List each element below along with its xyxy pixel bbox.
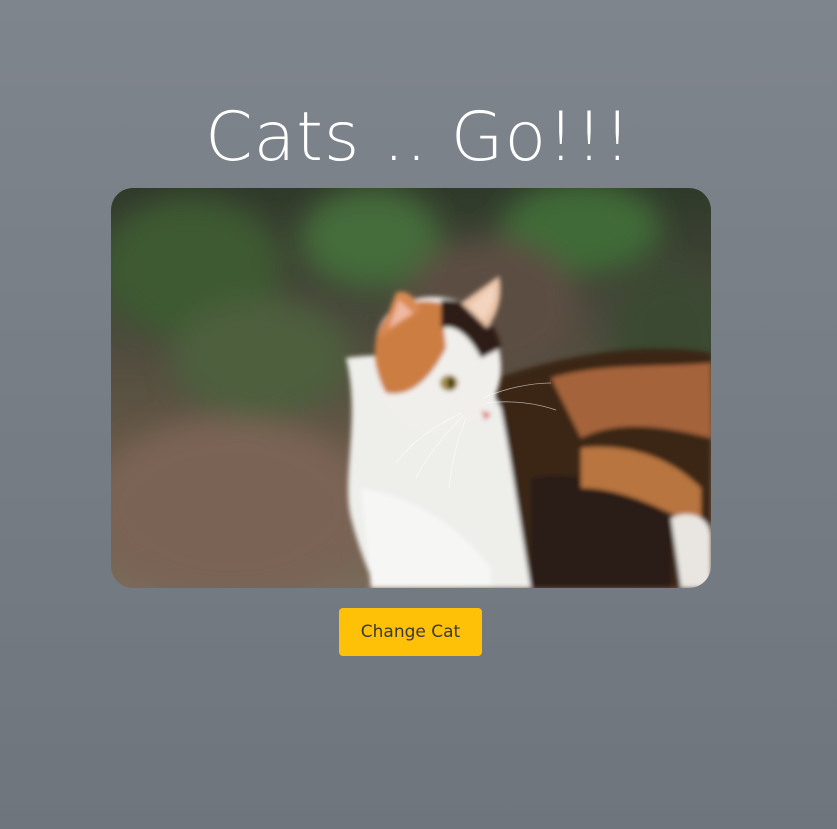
page-title: Cats .. Go!!! [205,98,632,177]
cat-photo-illustration [111,188,711,588]
cat-image [111,188,711,588]
change-cat-button[interactable]: Change Cat [339,608,482,656]
